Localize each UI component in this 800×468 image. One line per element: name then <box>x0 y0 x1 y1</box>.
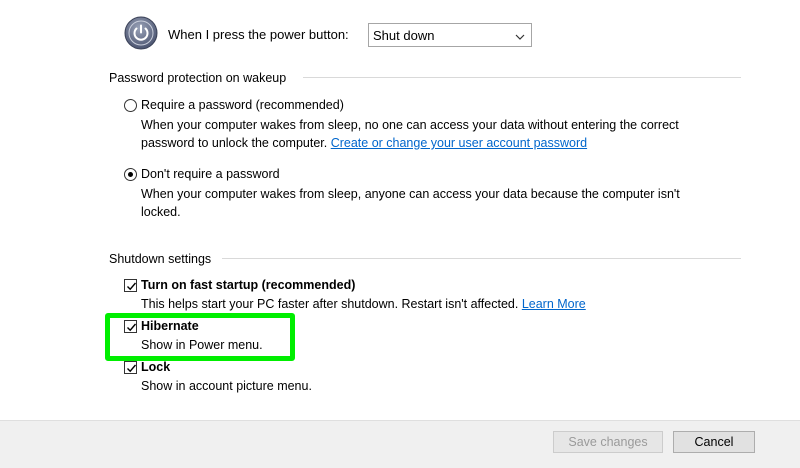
lock-checkbox[interactable] <box>124 361 137 374</box>
fast-startup-desc-text: This helps start your PC faster after sh… <box>141 297 519 311</box>
require-password-desc-line2: password to unlock the computer. Create … <box>141 134 781 152</box>
power-button-label: When I press the power button: <box>168 27 349 42</box>
fast-startup-checkbox[interactable] <box>124 279 137 292</box>
password-section-divider <box>303 77 741 78</box>
require-password-desc-prefix: password to unlock the computer. <box>141 136 328 150</box>
chevron-down-icon <box>515 30 525 40</box>
dont-require-password-radio[interactable] <box>124 168 137 181</box>
lock-description: Show in account picture menu. <box>141 379 312 393</box>
learn-more-link[interactable]: Learn More <box>522 297 586 311</box>
checkmark-icon <box>127 364 137 373</box>
dont-require-password-description: When your computer wakes from sleep, any… <box>141 185 781 221</box>
fast-startup-label[interactable]: Turn on fast startup (recommended) <box>141 278 355 292</box>
require-password-label[interactable]: Require a password (recommended) <box>141 98 344 112</box>
save-changes-button[interactable]: Save changes <box>553 431 663 453</box>
dont-require-password-desc-line2: locked. <box>141 205 181 219</box>
power-button-action-value: Shut down <box>373 28 435 43</box>
create-password-link[interactable]: Create or change your user account passw… <box>331 136 587 150</box>
require-password-radio[interactable] <box>124 99 137 112</box>
dont-require-password-label[interactable]: Don't require a password <box>141 167 280 181</box>
lock-label[interactable]: Lock <box>141 360 170 374</box>
hibernate-highlight-box <box>105 313 295 361</box>
power-icon <box>124 16 158 50</box>
shutdown-section-title: Shutdown settings <box>109 252 212 266</box>
cancel-button[interactable]: Cancel <box>673 431 755 453</box>
checkmark-icon <box>127 282 137 291</box>
password-section-title: Password protection on wakeup <box>109 71 287 85</box>
require-password-desc-line1: When your computer wakes from sleep, no … <box>141 118 679 132</box>
dont-require-password-desc-line1: When your computer wakes from sleep, any… <box>141 187 680 201</box>
shutdown-section-divider <box>222 258 741 259</box>
power-button-action-select[interactable]: Shut down <box>368 23 532 47</box>
fast-startup-description: This helps start your PC faster after sh… <box>141 295 586 313</box>
require-password-description: When your computer wakes from sleep, no … <box>141 116 781 152</box>
